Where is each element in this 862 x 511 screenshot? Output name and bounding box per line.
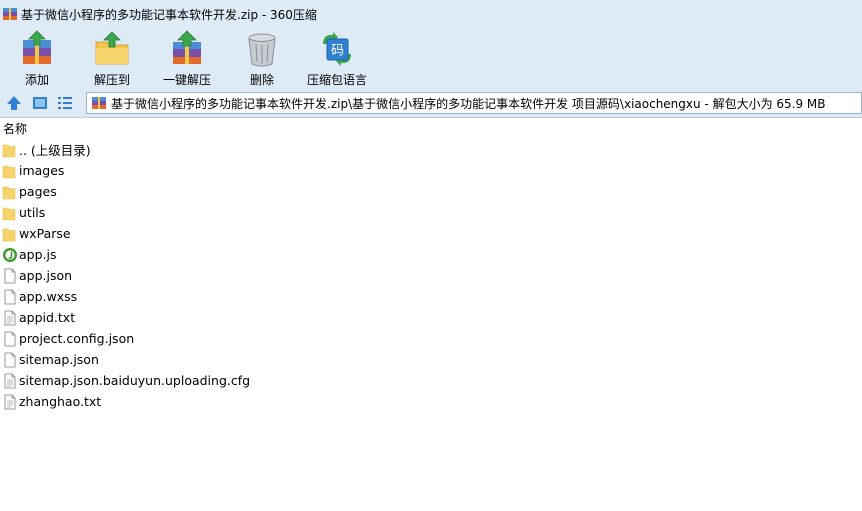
folder-icon: [2, 165, 16, 178]
folder-icon: [2, 228, 16, 241]
file-icon: [4, 331, 16, 346]
file-icon: [4, 268, 16, 283]
path-field[interactable]: 基于微信小程序的多功能记事本软件开发.zip\基于微信小程序的多功能记事本软件开…: [86, 92, 862, 114]
extract-to-button[interactable]: 解压到: [90, 30, 134, 88]
file-name: utils: [19, 205, 46, 220]
file-name: sitemap.json.baiduyun.uploading.cfg: [19, 373, 251, 388]
file-list: .. (上级目录) images pages utils wxParse app.js ap…: [0, 139, 862, 412]
path-text: 基于微信小程序的多功能记事本软件开发.zip\基于微信小程序的多功能记事本软件开…: [111, 96, 826, 111]
text-file-icon: [4, 373, 16, 388]
file-row[interactable]: wxParse: [0, 223, 862, 244]
extract-to-label: 解压到: [93, 73, 130, 87]
file-name: zhanghao.txt: [19, 394, 102, 409]
text-file-icon: [4, 394, 16, 409]
parent-directory-row[interactable]: .. (上级目录): [0, 139, 862, 160]
language-code-icon: 码: [323, 32, 351, 66]
column-name-header[interactable]: 名称: [3, 120, 27, 137]
file-row[interactable]: app.json: [0, 265, 862, 286]
file-row[interactable]: app.js: [0, 244, 862, 265]
file-icon: [4, 289, 16, 304]
column-header: 名称: [0, 119, 862, 138]
title-bar: 基于微信小程序的多功能记事本软件开发.zip - 360压缩: [0, 0, 862, 28]
text-file-icon: [4, 310, 16, 325]
address-bar: 基于微信小程序的多功能记事本软件开发.zip\基于微信小程序的多功能记事本软件开…: [0, 88, 862, 118]
one-click-extract-label: 一键解压: [162, 73, 211, 87]
file-icon: [4, 352, 16, 367]
delete-label: 删除: [249, 73, 274, 87]
up-arrow-icon[interactable]: [5, 94, 23, 112]
extract-folder-icon: [95, 31, 129, 65]
file-row[interactable]: zhanghao.txt: [0, 391, 862, 412]
archive-language-label: 压缩包语言: [306, 73, 367, 87]
window-title: 基于微信小程序的多功能记事本软件开发.zip - 360压缩: [21, 7, 317, 22]
file-row[interactable]: images: [0, 160, 862, 181]
folder-icon: [2, 207, 16, 220]
file-row[interactable]: appid.txt: [0, 307, 862, 328]
list-view-icon[interactable]: [56, 94, 74, 112]
file-name: .. (上级目录): [19, 143, 91, 158]
delete-button[interactable]: 删除: [244, 30, 280, 88]
file-row[interactable]: utils: [0, 202, 862, 223]
zip-archive-icon: [3, 8, 17, 20]
file-row[interactable]: sitemap.json: [0, 349, 862, 370]
language-icon-glyph: 码: [331, 44, 344, 59]
js-file-icon: [3, 247, 17, 262]
file-name: sitemap.json: [19, 352, 99, 367]
file-name: appid.txt: [19, 310, 76, 325]
zip-archive-icon: [92, 97, 106, 109]
file-row[interactable]: project.config.json: [0, 328, 862, 349]
file-name: app.json: [19, 268, 73, 283]
large-icon-view-icon[interactable]: [31, 94, 49, 112]
file-name: app.js: [19, 247, 57, 262]
file-row[interactable]: pages: [0, 181, 862, 202]
add-label: 添加: [24, 73, 49, 87]
add-archive-icon: [23, 30, 51, 64]
folder-icon: [2, 144, 16, 157]
file-name: pages: [19, 184, 57, 199]
one-click-extract-button[interactable]: 一键解压: [161, 30, 213, 88]
trash-icon: [248, 33, 276, 67]
archive-language-button[interactable]: 码 压缩包语言: [305, 30, 369, 88]
toolbar: 添加 解压到 一键解压 删除 码 压缩包语言: [0, 28, 862, 88]
file-row[interactable]: sitemap.json.baiduyun.uploading.cfg: [0, 370, 862, 391]
file-row[interactable]: app.wxss: [0, 286, 862, 307]
file-name: app.wxss: [19, 289, 78, 304]
file-name: project.config.json: [19, 331, 135, 346]
one-click-extract-icon: [173, 30, 201, 64]
add-button[interactable]: 添加: [17, 30, 57, 88]
file-name: wxParse: [19, 226, 71, 241]
folder-icon: [2, 186, 16, 199]
file-name: images: [19, 163, 65, 178]
